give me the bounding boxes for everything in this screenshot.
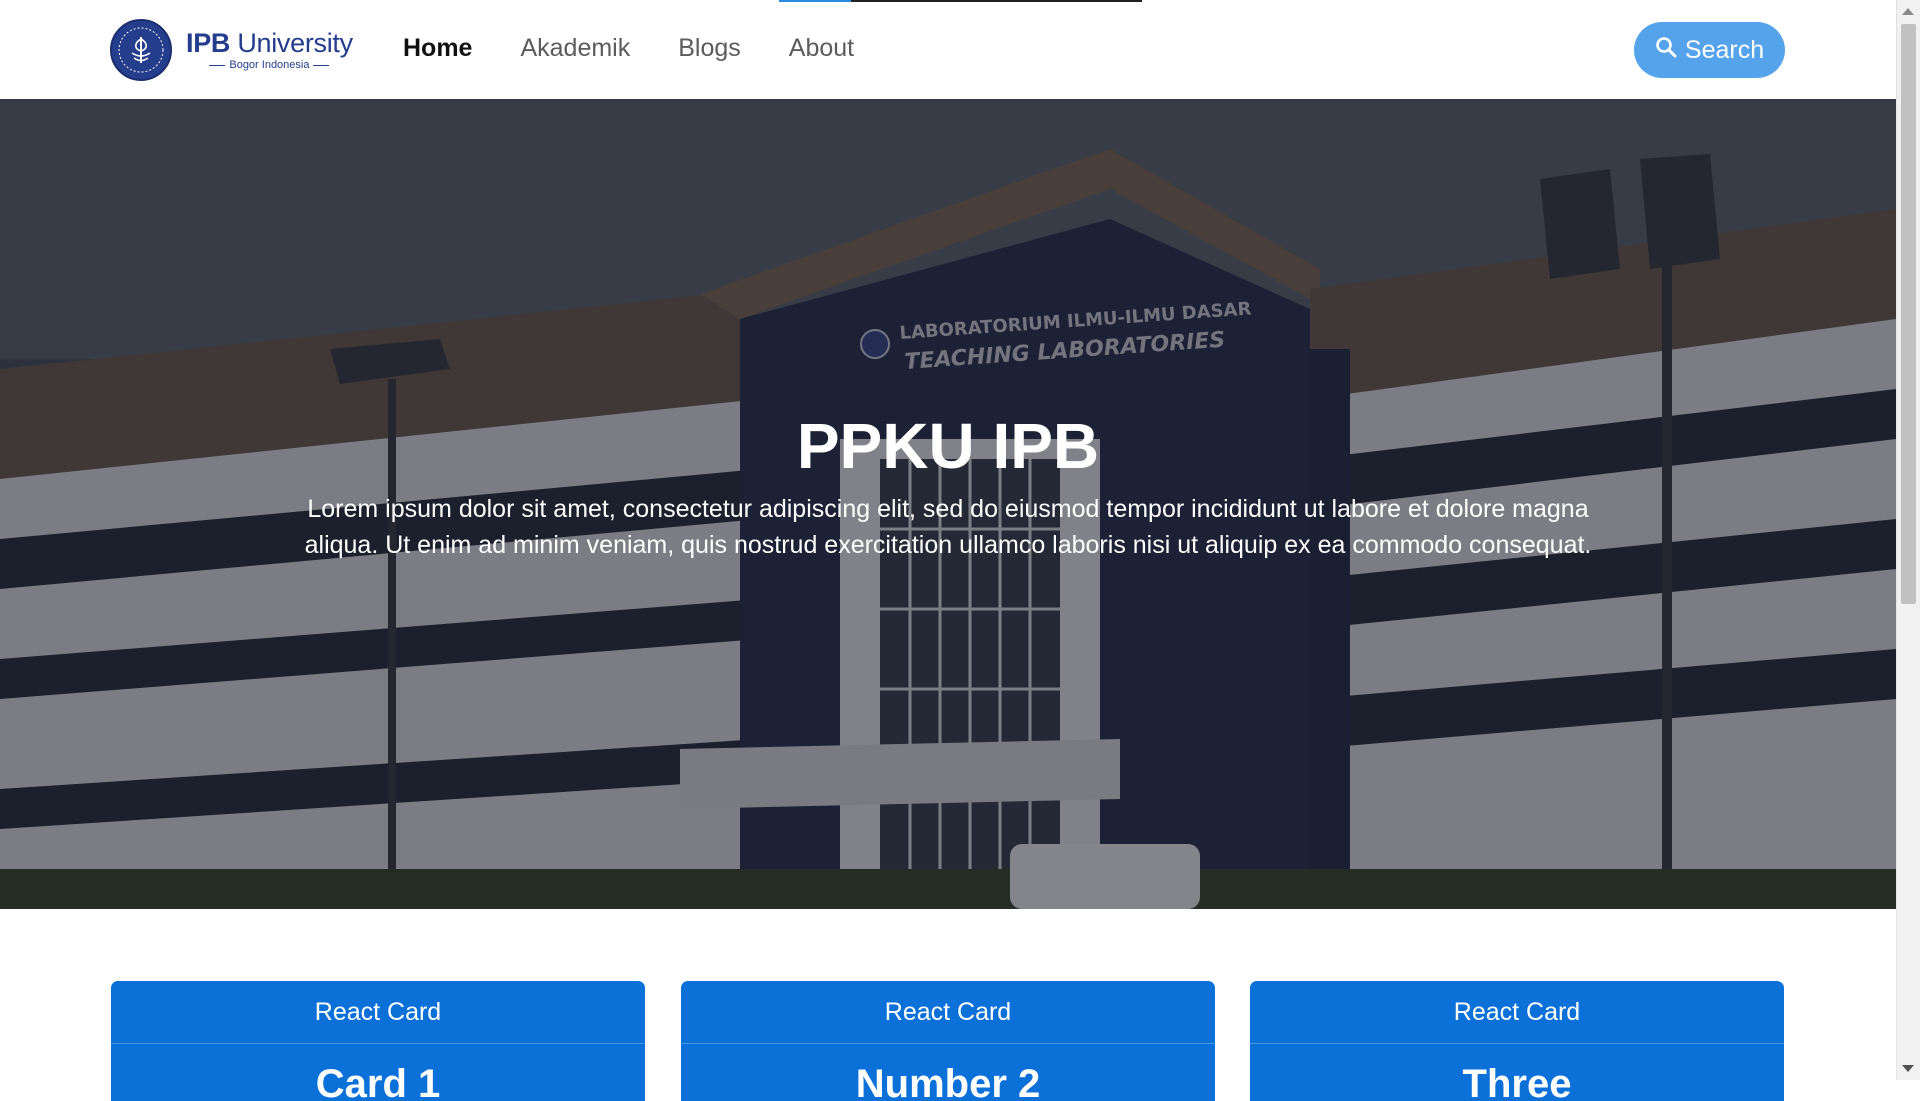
scroll-up-arrow-icon[interactable] [1902,8,1914,15]
nav-link-blogs[interactable]: Blogs [678,34,741,63]
card[interactable]: React Card Card 1 [111,981,645,1101]
search-label: Search [1684,35,1765,64]
nav-link-akademik[interactable]: Akademik [520,34,630,63]
nav-link-home[interactable]: Home [403,34,472,63]
hero-banner: LABORATORIUM ILMU-ILMU DASAR TEACHING LA… [0,99,1896,909]
card-title: Card 1 [315,1062,441,1101]
logo-title: IPB University [186,27,353,58]
scrollbar-thumb[interactable] [1901,24,1916,604]
card-header: React Card [1250,981,1784,1044]
page-scrollbar[interactable] [1896,0,1920,1080]
logo-subtitle: Bogor Indonesia [186,59,353,71]
main-nav: Home Akademik Blogs About [403,34,902,63]
card-header: React Card [681,981,1215,1044]
card-header: React Card [111,981,645,1044]
card[interactable]: React Card Three [1250,981,1784,1101]
hero-title: PPKU IPB [796,410,1100,482]
ipb-seal-icon [110,19,172,81]
nav-link-about[interactable]: About [789,34,854,63]
card-grid: React Card Card 1 React Card Number 2 Re… [111,981,1784,1101]
search-icon [1655,36,1677,65]
logo-wordmark: IPB University Bogor Indonesia [186,27,353,71]
navbar: IPB University Bogor Indonesia Home Akad… [0,0,1896,99]
card-title: Number 2 [855,1062,1041,1101]
hero-description: Lorem ipsum dolor sit amet, consectetur … [304,495,1592,559]
card-title: Three [1462,1062,1572,1101]
search-button[interactable]: Search [1634,22,1785,78]
scroll-down-arrow-icon[interactable] [1902,1065,1914,1072]
page-load-progress [779,0,1142,2]
card[interactable]: React Card Number 2 [681,981,1215,1101]
logo[interactable]: IPB University Bogor Indonesia [110,19,353,81]
